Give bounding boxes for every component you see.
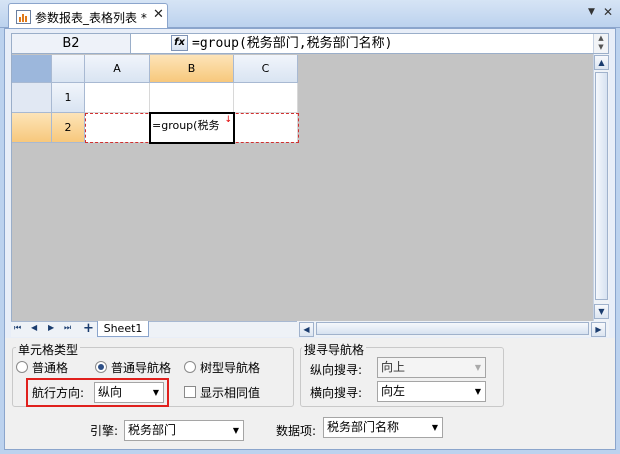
scroll-left-icon[interactable]: ◀ xyxy=(299,322,314,337)
vertical-search-select[interactable]: 向上 ▼ xyxy=(377,357,486,378)
scroll-up-icon[interactable]: ▲ xyxy=(594,55,609,70)
cell-b1[interactable] xyxy=(150,83,234,113)
active-cell-text: =group(税务 xyxy=(152,119,220,132)
report-icon xyxy=(16,10,31,24)
radio-normal-cell-label[interactable]: 普通格 xyxy=(32,359,68,376)
vertical-search-label: 纵向搜寻: xyxy=(310,363,363,377)
show-same-value-label[interactable]: 显示相同值 xyxy=(200,384,260,401)
chevron-down-icon: ▼ xyxy=(232,426,239,435)
data-item-label: 数据项: xyxy=(276,424,317,438)
column-header-b[interactable]: B xyxy=(150,55,234,83)
prev-sheet-icon[interactable]: ◀ xyxy=(31,323,37,332)
scroll-right-icon[interactable]: ▶ xyxy=(591,322,606,337)
function-icon[interactable]: fx xyxy=(171,35,188,51)
row-header-column xyxy=(52,55,85,83)
radio-normal-nav-cell-label[interactable]: 普通导航格 xyxy=(111,359,171,376)
select-all-corner[interactable] xyxy=(12,55,52,83)
row-header-1[interactable]: 1 xyxy=(52,83,85,113)
engine-select-value: 税务部门 xyxy=(128,423,177,437)
cell-a1[interactable] xyxy=(85,83,150,113)
cell-reference-box[interactable]: B2 xyxy=(11,33,131,54)
show-same-value-checkbox[interactable] xyxy=(184,386,196,398)
tab-title: 参数报表_表格列表 * xyxy=(35,11,147,25)
radio-tree-nav-cell[interactable] xyxy=(184,361,196,373)
chevron-down-icon: ▼ xyxy=(474,387,481,396)
last-sheet-icon[interactable]: ⏭ xyxy=(64,323,71,333)
engine-label: 引擎: xyxy=(90,424,119,438)
highlight-box xyxy=(26,378,169,407)
horizontal-scrollbar[interactable]: ◀ ▶ xyxy=(297,321,609,337)
search-nav-group-label: 搜寻导航格 xyxy=(302,341,367,358)
radio-tree-nav-cell-label[interactable]: 树型导航格 xyxy=(200,359,260,376)
vertical-search-value: 向上 xyxy=(381,360,406,374)
chevron-down-icon: ▼ xyxy=(474,363,481,372)
window-close-icon[interactable]: ✕ xyxy=(603,5,613,19)
row-gutter-2 xyxy=(12,113,52,143)
first-sheet-icon[interactable]: ⏮ xyxy=(14,323,21,333)
row-header-2[interactable]: 2 xyxy=(52,113,85,143)
document-tab[interactable]: 参数报表_表格列表 * ✕ xyxy=(8,3,168,28)
add-sheet-icon[interactable]: + xyxy=(83,321,94,336)
horizontal-search-label: 横向搜寻: xyxy=(310,386,363,400)
radio-normal-cell[interactable] xyxy=(16,361,28,373)
cell-type-group-label: 单元格类型 xyxy=(16,341,81,358)
horizontal-search-value: 向左 xyxy=(381,384,406,398)
column-header-a[interactable]: A xyxy=(85,55,150,83)
cell-b2-active[interactable]: =group(税务 ↓ xyxy=(149,112,235,144)
formula-input[interactable]: =group(税务部门,税务部门名称) xyxy=(192,34,392,53)
cell-c1[interactable] xyxy=(234,83,298,113)
data-item-select-value: 税务部门名称 xyxy=(327,420,400,434)
column-header-c[interactable]: C xyxy=(234,55,298,83)
chevron-down-icon: ▼ xyxy=(431,423,438,432)
radio-normal-nav-cell[interactable] xyxy=(95,361,107,373)
row-gutter-1 xyxy=(12,83,52,113)
engine-select[interactable]: 税务部门 ▼ xyxy=(124,420,244,441)
sheet-tab-sheet1[interactable]: Sheet1 xyxy=(97,321,149,337)
horizontal-scroll-thumb[interactable] xyxy=(316,322,589,335)
data-item-select[interactable]: 税务部门名称 ▼ xyxy=(323,417,443,438)
tab-close-icon[interactable]: ✕ xyxy=(153,7,164,22)
vertical-scroll-thumb[interactable] xyxy=(595,72,608,300)
scroll-down-icon[interactable]: ▼ xyxy=(594,304,609,319)
formula-scroll-icon[interactable]: ▲ ▼ xyxy=(593,34,608,53)
tab-list-dropdown-icon[interactable]: ▼ xyxy=(588,7,595,17)
next-sheet-icon[interactable]: ▶ xyxy=(48,323,54,332)
horizontal-search-select[interactable]: 向左 ▼ xyxy=(377,381,486,402)
vertical-expand-arrow-icon: ↓ xyxy=(224,115,232,125)
vertical-scrollbar[interactable]: ▲ ▼ xyxy=(593,54,609,321)
